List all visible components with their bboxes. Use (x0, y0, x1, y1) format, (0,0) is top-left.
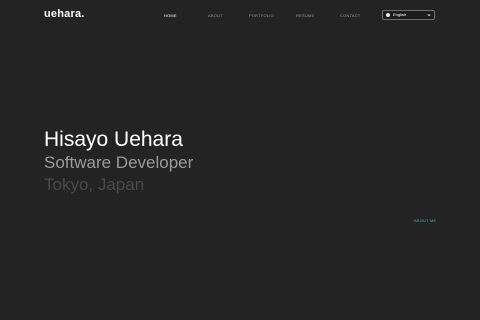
about-me-link[interactable]: ABOUT ME (414, 218, 436, 224)
nav-contact-link[interactable]: CONTACT (340, 13, 360, 19)
nav-resume-link[interactable]: RESUME (296, 13, 314, 19)
globe-icon (386, 13, 390, 17)
hero-location: Tokyo, Japan (44, 175, 145, 194)
hero-role: Software Developer (44, 153, 194, 172)
hero-name: Hisayo Uehara (44, 128, 183, 151)
nav-about-link[interactable]: ABOUT (208, 13, 223, 19)
nav-portfolio-link[interactable]: PORTFOLIO (249, 13, 274, 19)
language-select[interactable]: English (382, 10, 435, 20)
page: uehara. HOME ABOUT PORTFOLIO RESUME CONT… (0, 0, 480, 320)
chevron-down-icon (427, 14, 431, 17)
language-label: English (393, 12, 407, 17)
nav-home-link[interactable]: HOME (164, 13, 177, 19)
